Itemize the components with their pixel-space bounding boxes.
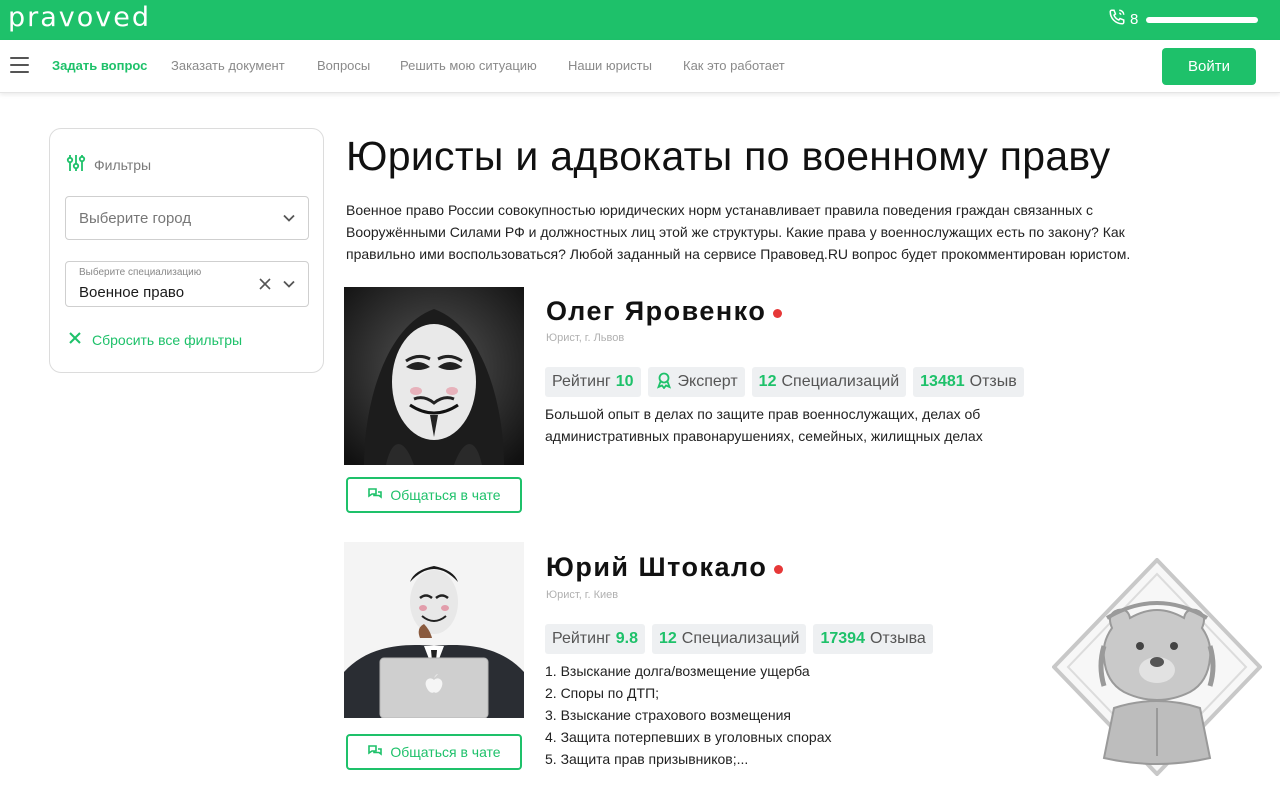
list-item: 3. Взыскание страхового возмещения (545, 707, 792, 723)
lawyer-stats: Рейтинг 10 Эксперт 12 Специализаций 1348… (545, 367, 1024, 397)
lawyer-subtitle: Юрист, г. Львов (546, 332, 625, 344)
chat-button-label: Общаться в чате (390, 744, 501, 760)
lawyer-name-link[interactable]: Олег Яровенко (546, 296, 783, 327)
reviews-count: 13481 (920, 373, 965, 390)
city-select-placeholder: Выберите город (79, 210, 192, 227)
phone-number-prefix: 8 (1130, 11, 1139, 28)
lawyer-specialization-list: 1. Взыскание долга/возмещение ущерба 2. … (545, 660, 965, 770)
page-title: Юристы и адвокаты по военному праву (346, 133, 1111, 179)
reviews-badge[interactable]: 13481 Отзыв (913, 367, 1024, 397)
rating-badge: Рейтинг 9.8 (545, 624, 645, 654)
chevron-down-icon (282, 211, 296, 230)
phone-number-redacted (1146, 16, 1259, 23)
lawyer-name: Юрий Штокало (546, 552, 768, 582)
specialization-value: Военное право (79, 284, 185, 301)
rating-value: 9.8 (615, 630, 638, 647)
chat-button-label: Общаться в чате (390, 487, 501, 503)
list-item: 4. Защита потерпевших в уголовных спорах (545, 729, 832, 745)
intro-text: Военное право России совокупностью юриди… (346, 202, 1131, 262)
reviews-badge[interactable]: 17394 Отзыва (813, 624, 933, 654)
menu-icon[interactable] (10, 57, 29, 73)
bear-watermark-icon (1051, 557, 1263, 777)
lawyer-description: Большой опыт в делах по защите прав воен… (545, 406, 983, 444)
chat-button[interactable]: Общаться в чате (346, 734, 522, 770)
nav-how-it-works[interactable]: Как это работает (683, 58, 785, 73)
rating-badge: Рейтинг 10 (545, 367, 641, 397)
specialization-select[interactable]: Выберите специализацию Военное право (65, 261, 309, 307)
city-select[interactable]: Выберите город (65, 196, 309, 240)
specializations-badge[interactable]: 12 Специализаций (652, 624, 807, 654)
lawyer-name-link[interactable]: Юрий Штокало (546, 552, 784, 583)
lawyer-photo[interactable] (344, 287, 524, 465)
filters-panel: Фильтры Выберите город Выберите специали… (49, 128, 324, 373)
chat-bubbles-icon (367, 744, 383, 761)
nav-ask-question[interactable]: Задать вопрос (52, 58, 147, 73)
login-button[interactable]: Войти (1162, 48, 1256, 85)
list-item: 1. Взыскание долга/возмещение ущерба (545, 663, 810, 679)
lawyer-name: Олег Яровенко (546, 296, 767, 326)
phone-icon (1108, 8, 1126, 31)
nav-our-lawyers[interactable]: Наши юристы (568, 58, 652, 73)
nav-order-document[interactable]: Заказать документ (171, 58, 285, 73)
nav-questions[interactable]: Вопросы (317, 58, 370, 73)
phone-block[interactable]: 8 (1108, 8, 1259, 31)
specializations-label: Специализаций (681, 630, 800, 647)
specializations-count: 12 (659, 630, 677, 647)
chat-button[interactable]: Общаться в чате (346, 477, 522, 513)
filters-title: Фильтры (94, 156, 152, 173)
specializations-label: Специализаций (781, 373, 900, 390)
expert-label: Эксперт (677, 373, 738, 390)
close-icon (68, 331, 82, 348)
chat-bubbles-icon (367, 487, 383, 504)
expert-badge: Эксперт (647, 367, 745, 397)
filter-sliders-icon (66, 153, 86, 176)
list-item: 5. Защита прав призывников;... (545, 751, 749, 767)
rating-label: Рейтинг (552, 373, 611, 390)
reset-filters-label: Сбросить все фильтры (92, 331, 243, 348)
specialization-label: Выберите специализацию (79, 267, 202, 278)
online-status-dot (774, 565, 784, 574)
lawyer-stats: Рейтинг 9.8 12 Специализаций 17394 Отзыв… (545, 624, 933, 654)
reviews-count: 17394 (820, 630, 865, 647)
specializations-badge[interactable]: 12 Специализаций (751, 367, 907, 397)
main-nav: Задать вопрос Заказать документ Вопросы … (0, 40, 1280, 93)
nav-solve-situation[interactable]: Решить мою ситуацию (400, 58, 537, 73)
lawyer-photo[interactable] (344, 542, 524, 718)
specializations-count: 12 (758, 373, 777, 390)
logo[interactable]: pravoved (8, 2, 151, 33)
reviews-label: Отзыв (969, 373, 1017, 390)
top-bar: pravoved 8 (0, 0, 1280, 40)
reset-filters-link[interactable]: Сбросить все фильтры (68, 331, 242, 348)
award-icon (655, 371, 673, 394)
lawyer-subtitle: Юрист, г. Киев (546, 589, 619, 601)
online-status-dot (773, 309, 783, 318)
filters-header: Фильтры (66, 153, 151, 176)
list-item: 2. Споры по ДТП; (545, 685, 660, 701)
rating-label: Рейтинг (552, 630, 611, 647)
reviews-label: Отзыва (869, 630, 926, 647)
rating-value: 10 (615, 373, 634, 390)
clear-icon[interactable] (258, 277, 272, 296)
chevron-down-icon (282, 277, 296, 296)
